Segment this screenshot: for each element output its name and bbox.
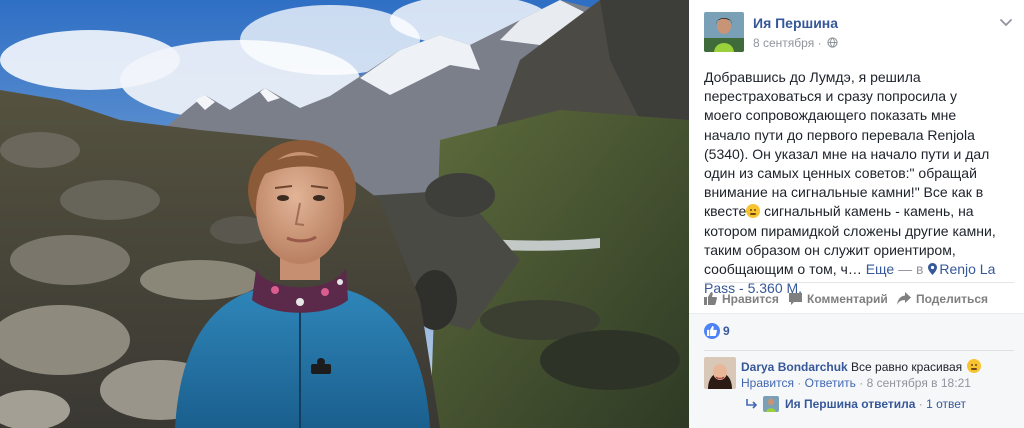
pin-icon: [928, 263, 938, 276]
feedback-section: 9 Darya Bondarchuk Все равно красивая Нр…: [689, 313, 1024, 428]
like-button[interactable]: Нравится: [704, 292, 779, 306]
comment-label: Комментарий: [807, 292, 888, 306]
comment-item: Darya Bondarchuk Все равно красивая Нрав…: [704, 356, 1014, 392]
commenter-avatar[interactable]: [704, 357, 736, 389]
share-label: Поделиться: [916, 292, 989, 306]
location-prefix: — в: [894, 261, 928, 278]
post-photo[interactable]: [0, 0, 689, 428]
see-more-link[interactable]: Еще: [866, 261, 895, 277]
reply-author-avatar: [763, 396, 779, 412]
post-sidebar: Ия Першина 8 сентября · Добравшись до Лу…: [689, 0, 1024, 428]
comment-line: Darya Bondarchuk Все равно красивая: [741, 359, 982, 374]
view-replies-link[interactable]: Ия Першина ответила · 1 ответ: [746, 396, 966, 416]
meta-separator: ·: [797, 376, 802, 390]
share-button[interactable]: Поделиться: [897, 292, 988, 306]
meta-separator: ·: [918, 397, 923, 411]
share-arrow-icon: [897, 292, 911, 305]
smiley-emoji-icon: [967, 359, 982, 373]
post-header: Ия Першина 8 сентября ·: [704, 12, 1014, 54]
post-actions: Нравится Комментарий Поделиться: [704, 282, 1014, 314]
meta-separator: ·: [859, 376, 864, 390]
comment-like-link[interactable]: Нравится: [741, 376, 794, 390]
meta-separator: ·: [817, 36, 822, 50]
globe-icon[interactable]: [827, 37, 838, 48]
thumbs-up-icon: [704, 292, 717, 305]
comment-button[interactable]: Комментарий: [789, 292, 888, 306]
comment-reply-link[interactable]: Ответить: [805, 376, 856, 390]
reply-text: Ия Першина ответила: [785, 397, 916, 411]
mountain-portrait-image: [0, 0, 689, 428]
reply-count: 1 ответ: [926, 397, 967, 411]
speech-bubble-icon: [789, 293, 802, 305]
post-date[interactable]: 8 сентября: [753, 36, 814, 50]
post-text-main: Добравшись до Лумдэ, я решила перестрахо…: [704, 69, 990, 220]
comment-timestamp[interactable]: 8 сентября в 18:21: [867, 376, 971, 390]
commenter-name[interactable]: Darya Bondarchuk: [741, 360, 848, 374]
post-text: Добравшись до Лумдэ, я решила перестрахо…: [704, 68, 996, 298]
post-meta: 8 сентября ·: [753, 36, 838, 50]
like-badge-icon: [704, 323, 720, 339]
smiley-emoji-icon: [746, 204, 761, 219]
reply-arrow-icon: [746, 399, 758, 409]
author-name[interactable]: Ия Першина: [753, 15, 838, 31]
comment-meta: Нравится · Ответить · 8 сентября в 18:21: [741, 376, 971, 390]
comment-text: Все равно красивая: [851, 360, 963, 374]
author-avatar[interactable]: [704, 12, 744, 52]
divider: [704, 350, 1014, 351]
like-label: Нравится: [722, 292, 779, 306]
reaction-summary[interactable]: 9: [704, 323, 730, 341]
chevron-down-icon[interactable]: [998, 16, 1014, 30]
reaction-count: 9: [723, 324, 730, 338]
